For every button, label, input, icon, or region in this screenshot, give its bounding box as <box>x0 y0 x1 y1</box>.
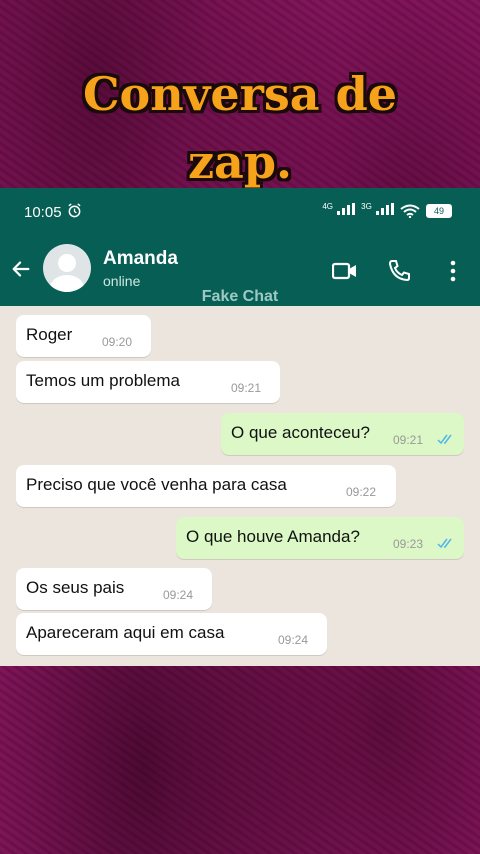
video-call-icon[interactable] <box>332 258 358 284</box>
message-bubble-outgoing[interactable]: O que houve Amanda? 09:23 <box>176 517 464 559</box>
avatar[interactable] <box>43 244 91 292</box>
watermark: Fake Chat <box>201 288 279 305</box>
message-bubble-incoming[interactable]: Temos um problema 09:21 <box>16 361 280 403</box>
message-time: 09:22 <box>346 485 377 499</box>
message-bubble-outgoing[interactable]: O que aconteceu? 09:21 <box>221 413 464 455</box>
message-text: Roger <box>26 325 73 344</box>
status-bar: 10:05 4G 3G 49 <box>0 188 480 236</box>
message-bubble-incoming[interactable]: Apareceram aqui em casa 09:24 <box>16 613 327 655</box>
message-time: 09:24 <box>278 633 309 647</box>
video-title: Conversa de zap. <box>0 60 480 196</box>
message-text: O que houve Amanda? <box>186 527 360 546</box>
message-time: 09:21 <box>393 433 424 447</box>
chat-area[interactable]: Roger 09:20 Temos um problema 09:21 O qu… <box>0 306 480 666</box>
message-text: O que aconteceu? <box>231 423 370 442</box>
message-time: 09:24 <box>163 588 194 602</box>
alarm-icon <box>68 203 81 218</box>
more-options-icon[interactable] <box>440 258 466 284</box>
voice-call-icon[interactable] <box>386 258 412 284</box>
read-ticks-icon <box>437 434 452 445</box>
back-arrow-icon[interactable] <box>10 258 32 280</box>
battery-icon: 49 <box>426 203 452 218</box>
wifi-icon <box>400 204 420 218</box>
title-line-1: Conversa de <box>82 67 398 121</box>
signal-icon-2: 3G <box>361 202 394 219</box>
contact-status: online <box>103 273 141 289</box>
network-type-2: 3G <box>361 202 372 211</box>
message-text: Apareceram aqui em casa <box>26 623 225 642</box>
message-bubble-incoming[interactable]: Os seus pais 09:24 <box>16 568 212 610</box>
message-text: Temos um problema <box>26 371 181 390</box>
message-text: Preciso que você venha para casa <box>26 475 287 494</box>
signal-icon-1: 4G <box>322 202 356 219</box>
status-time: 10:05 <box>24 204 62 221</box>
contact-name[interactable]: Amanda <box>103 248 178 270</box>
title-line-2: zap. <box>187 135 293 189</box>
read-ticks-icon <box>437 538 452 549</box>
network-type-1: 4G <box>322 202 333 211</box>
message-bubble-incoming[interactable]: Preciso que você venha para casa 09:22 <box>16 465 396 507</box>
message-time: 09:23 <box>393 537 424 551</box>
message-bubble-incoming[interactable]: Roger 09:20 <box>16 315 151 357</box>
status-icons: 4G 3G 49 <box>322 202 452 219</box>
chat-header: Amanda online Fake Chat <box>0 236 480 306</box>
phone-screen: 10:05 4G 3G 49 Amanda online Fake Chat R… <box>0 188 480 666</box>
message-text: Os seus pais <box>26 578 125 597</box>
default-avatar-icon <box>50 254 84 292</box>
message-time: 09:20 <box>102 335 133 349</box>
message-time: 09:21 <box>231 381 262 395</box>
